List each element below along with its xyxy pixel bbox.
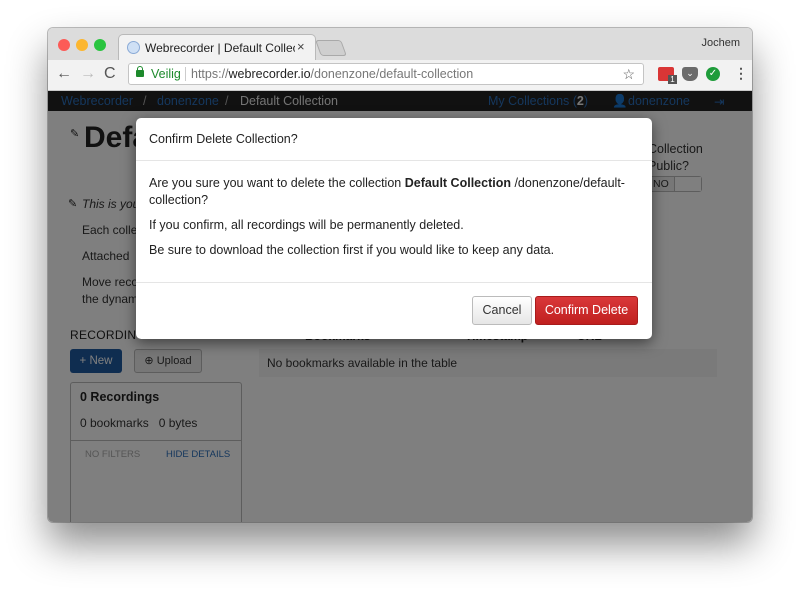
message-prefix: Are you sure you want to delete the coll… (149, 176, 405, 190)
tab-close-icon[interactable]: × (297, 39, 305, 54)
secure-label: Veilig (151, 67, 181, 81)
back-arrow-icon[interactable]: ← (56, 65, 72, 83)
new-tab-button[interactable] (315, 40, 347, 56)
confirm-delete-button[interactable]: Confirm Delete (535, 296, 638, 325)
url-text[interactable]: https://webrecorder.io/donenzone/default… (191, 67, 473, 81)
forward-arrow-icon[interactable]: → (80, 65, 96, 83)
browser-tab[interactable]: Webrecorder | Default Collection × (118, 34, 316, 61)
profile-name[interactable]: Jochem (701, 37, 740, 49)
dialog-footer-divider (136, 282, 652, 283)
dialog-title: Confirm Delete Collection? (149, 132, 298, 146)
browser-window: Webrecorder | Default Collection × Joche… (48, 28, 752, 522)
url-host: webrecorder.io (228, 67, 311, 81)
favicon-icon (127, 41, 140, 54)
close-window-button[interactable] (58, 39, 70, 51)
checkmark-extension-icon[interactable]: ✓ (706, 67, 720, 81)
url-path: /donenzone/default-collection (310, 67, 474, 81)
bookmark-star-icon[interactable]: ☆ (622, 66, 635, 83)
calendar-extension-icon[interactable]: 1 (658, 67, 677, 84)
dialog-body: Are you sure you want to delete the coll… (149, 175, 639, 267)
cancel-button[interactable]: Cancel (472, 296, 532, 325)
dialog-message: Are you sure you want to delete the coll… (149, 175, 639, 209)
address-separator (185, 67, 186, 81)
pocket-extension-icon[interactable]: ⌄ (682, 67, 698, 81)
url-scheme: https:// (191, 67, 229, 81)
browser-menu-icon[interactable]: ⋮ (734, 65, 748, 82)
dialog-header-divider (136, 160, 652, 161)
collection-name: Default Collection (404, 176, 511, 190)
tab-title: Webrecorder | Default Collection (145, 41, 295, 55)
extension-badge: 1 (668, 75, 677, 84)
confirm-delete-dialog: Confirm Delete Collection? Are you sure … (136, 118, 652, 339)
dialog-advice: Be sure to download the collection first… (149, 243, 555, 257)
minimize-window-button[interactable] (76, 39, 88, 51)
browser-toolbar: ← → C Veilig https://webrecorder.io/done… (48, 60, 752, 91)
dialog-warning: If you confirm, all recordings will be p… (149, 218, 464, 232)
address-bar[interactable]: Veilig https://webrecorder.io/donenzone/… (128, 63, 644, 85)
tab-strip: Webrecorder | Default Collection × Joche… (48, 28, 752, 61)
maximize-window-button[interactable] (94, 39, 106, 51)
lock-icon (136, 66, 144, 77)
page-content: Webrecorder / donenzone / Default Collec… (48, 91, 752, 522)
reload-icon[interactable]: C (104, 65, 116, 83)
